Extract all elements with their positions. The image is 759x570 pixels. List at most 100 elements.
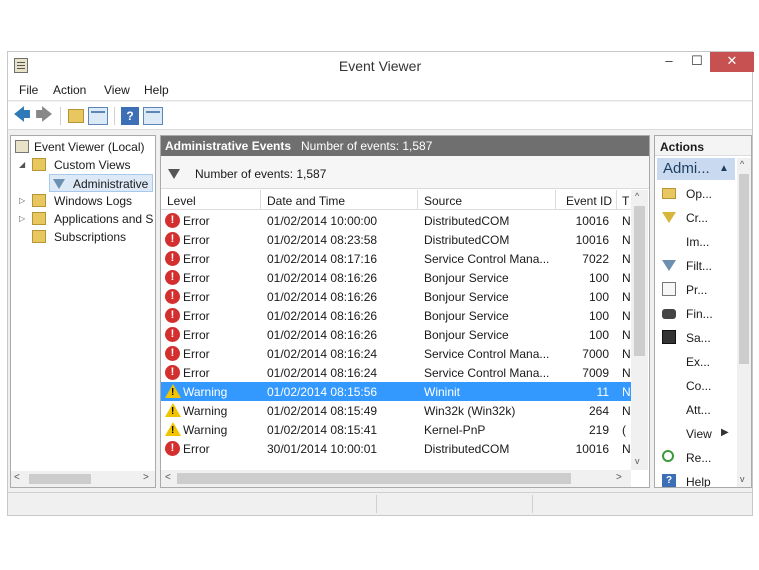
- column-header-source[interactable]: Source: [424, 194, 462, 208]
- tree-horizontal-scrollbar[interactable]: < >: [11, 471, 155, 487]
- scroll-right-icon[interactable]: >: [143, 472, 149, 483]
- filter-icon: [662, 260, 676, 271]
- error-icon: !: [165, 232, 180, 247]
- column-divider[interactable]: [417, 190, 418, 210]
- action-label: Co...: [686, 379, 712, 393]
- table-row[interactable]: ! Error 01/02/2014 08:17:16 Service Control…: [161, 249, 631, 268]
- cell-task: N: [622, 252, 631, 266]
- table-row[interactable]: ! Error 01/02/2014 08:16:26 Bonjour Service…: [161, 306, 631, 325]
- action-item[interactable]: Cr...: [655, 206, 737, 228]
- collapse-icon[interactable]: ▷: [19, 214, 25, 223]
- table-row[interactable]: ! Error 01/02/2014 08:16:26 Bonjour Service…: [161, 268, 631, 287]
- cell-level: Error: [183, 252, 210, 266]
- cell-event-id: 10016: [575, 233, 609, 247]
- back-arrow-icon[interactable]: 🡄: [12, 106, 32, 126]
- menu-action[interactable]: Action: [53, 83, 86, 97]
- menu-help[interactable]: Help: [144, 83, 169, 97]
- title-bar[interactable]: Event Viewer – ☐ ✕: [8, 52, 754, 79]
- column-header-level[interactable]: Level: [167, 194, 196, 208]
- scrollbar-thumb[interactable]: [177, 473, 571, 484]
- table-row[interactable]: ! Error 01/02/2014 10:00:00 DistributedCOM 1…: [161, 211, 631, 230]
- action-item[interactable]: ? Help: [655, 470, 737, 487]
- column-divider[interactable]: [260, 190, 261, 210]
- table-row[interactable]: ! Error 01/02/2014 08:16:24 Service Control…: [161, 344, 631, 363]
- scroll-up-icon[interactable]: ^: [740, 159, 744, 169]
- collapse-icon[interactable]: ▷: [19, 196, 25, 205]
- tree-item-applications-and-services[interactable]: ▷ Applications and S: [13, 210, 153, 228]
- cell-date: 01/02/2014 08:16:26: [267, 290, 378, 304]
- column-header-task[interactable]: T: [622, 194, 629, 208]
- actions-vertical-scrollbar[interactable]: ^ v: [737, 158, 751, 487]
- close-button[interactable]: ✕: [710, 52, 754, 72]
- table-row[interactable]: ! Error 01/02/2014 08:23:58 DistributedCOM 1…: [161, 230, 631, 249]
- table-row[interactable]: ! Warning 01/02/2014 08:15:49 Win32k (Win32…: [161, 401, 631, 420]
- action-item[interactable]: View ▶: [655, 422, 737, 444]
- tree-item-windows-logs[interactable]: ▷ Windows Logs: [13, 192, 153, 210]
- table-row[interactable]: ! Warning 01/02/2014 08:15:56 Wininit 11 N: [161, 382, 631, 401]
- action-item[interactable]: Re...: [655, 446, 737, 468]
- table-row[interactable]: ! Error 01/02/2014 08:16:26 Bonjour Service…: [161, 287, 631, 306]
- table-row[interactable]: ! Error 01/02/2014 08:16:26 Bonjour Service…: [161, 325, 631, 344]
- collapse-section-icon[interactable]: ▲: [719, 163, 729, 174]
- action-item[interactable]: Att...: [655, 398, 737, 420]
- forward-arrow-icon[interactable]: 🡆: [34, 106, 54, 126]
- column-header-date[interactable]: Date and Time: [267, 194, 345, 208]
- scrollbar-thumb[interactable]: [29, 474, 91, 484]
- cell-event-id: 10016: [575, 214, 609, 228]
- scroll-left-icon[interactable]: <: [14, 472, 20, 483]
- menu-view[interactable]: View: [104, 83, 130, 97]
- filter-icon: [168, 169, 180, 179]
- scrollbar-thumb[interactable]: [634, 206, 645, 356]
- scroll-up-icon[interactable]: ^: [635, 191, 639, 201]
- scrollbar-thumb[interactable]: [739, 174, 749, 364]
- cell-source: DistributedCOM: [424, 214, 510, 228]
- scroll-left-icon[interactable]: <: [165, 472, 171, 483]
- cell-event-id: 100: [588, 271, 609, 285]
- show-hide-action-pane-icon[interactable]: [143, 107, 163, 125]
- cell-source: Bonjour Service: [424, 271, 509, 285]
- cell-source: Wininit: [424, 385, 461, 399]
- scroll-down-icon[interactable]: v: [635, 456, 640, 466]
- toolbar-separator: [114, 107, 115, 125]
- events-vertical-scrollbar[interactable]: ^ v: [631, 190, 648, 470]
- column-divider[interactable]: [616, 190, 617, 210]
- action-item[interactable]: Fin...: [655, 302, 737, 324]
- action-item[interactable]: Pr...: [655, 278, 737, 300]
- scroll-right-icon[interactable]: >: [616, 472, 622, 483]
- table-row[interactable]: ! Warning 01/02/2014 08:15:41 Kernel-PnP 219…: [161, 420, 631, 439]
- actions-section-administrative[interactable]: Admi... ▲: [657, 158, 735, 180]
- cell-level: Error: [183, 442, 210, 456]
- cell-level: Error: [183, 290, 210, 304]
- cell-source: Bonjour Service: [424, 328, 509, 342]
- column-header-event-id[interactable]: Event ID: [566, 194, 612, 208]
- events-horizontal-scrollbar[interactable]: < >: [161, 470, 631, 487]
- tree-item-event-viewer-local[interactable]: Event Viewer (Local): [13, 138, 153, 156]
- error-icon: !: [165, 441, 180, 456]
- menu-file[interactable]: File: [19, 83, 38, 97]
- cell-event-id: 11: [596, 385, 609, 399]
- show-hide-console-tree-icon[interactable]: [88, 107, 108, 125]
- cell-task: N: [622, 328, 631, 342]
- tree-item-subscriptions[interactable]: Subscriptions: [13, 228, 153, 246]
- tree-item-custom-views[interactable]: ◢ Custom Views: [13, 156, 153, 174]
- action-item[interactable]: Im...: [655, 230, 737, 252]
- table-row[interactable]: ! Error 01/02/2014 08:16:24 Service Control…: [161, 363, 631, 382]
- up-folder-icon[interactable]: [68, 109, 84, 123]
- action-item[interactable]: Co...: [655, 374, 737, 396]
- table-row[interactable]: ! Error 30/01/2014 10:00:01 DistributedCOM 1…: [161, 439, 631, 458]
- cell-task: N: [622, 404, 631, 418]
- expand-icon[interactable]: ◢: [19, 160, 25, 169]
- action-label: Ex...: [686, 355, 711, 369]
- scroll-down-icon[interactable]: v: [740, 474, 745, 484]
- action-item[interactable]: Ex...: [655, 350, 737, 372]
- action-item[interactable]: Filt...: [655, 254, 737, 276]
- action-item[interactable]: Sa...: [655, 326, 737, 348]
- maximize-button[interactable]: ☐: [684, 52, 710, 72]
- warning-icon: !: [165, 422, 181, 437]
- minimize-button[interactable]: –: [656, 52, 682, 72]
- help-icon[interactable]: ?: [121, 107, 139, 125]
- window-title: Event Viewer: [338, 58, 422, 74]
- column-divider[interactable]: [555, 190, 556, 210]
- tree-item-administrative[interactable]: Administrative: [49, 174, 153, 192]
- action-item[interactable]: Op...: [655, 182, 737, 204]
